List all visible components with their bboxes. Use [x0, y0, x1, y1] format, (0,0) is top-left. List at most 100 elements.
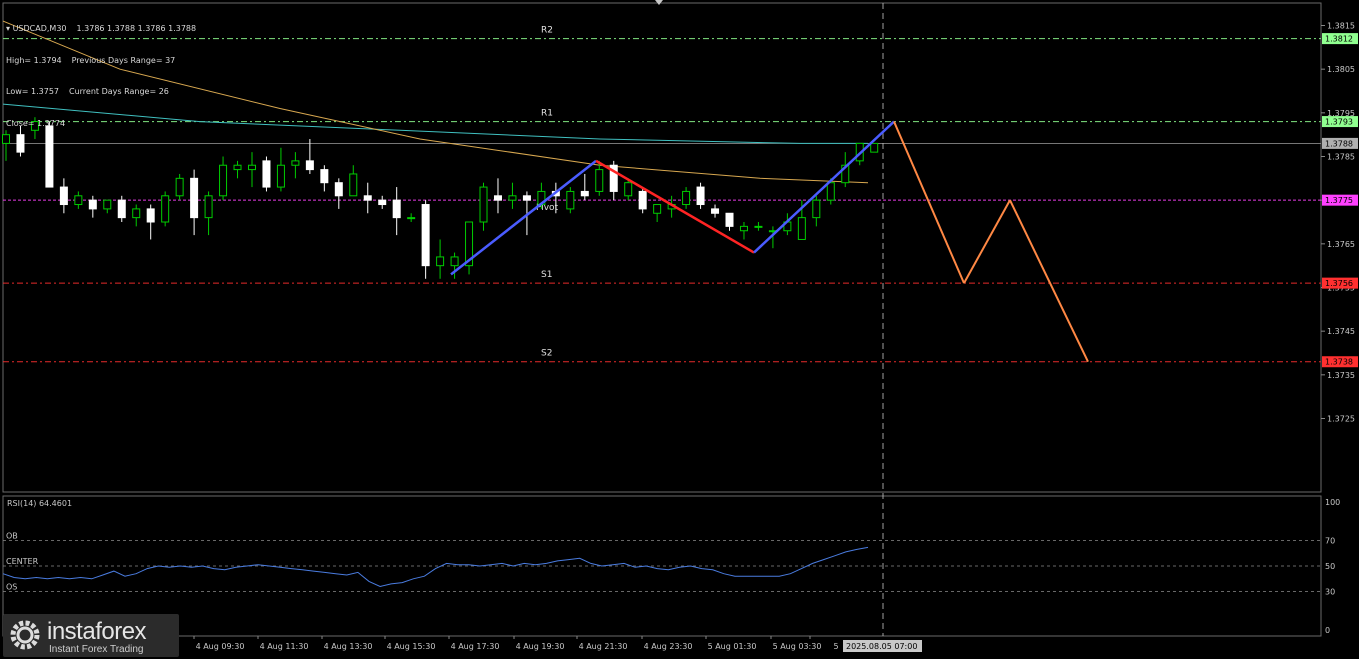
- candle-body: [682, 190, 691, 206]
- candle-body: [349, 173, 358, 197]
- rsi-level-label-ob: OB: [6, 531, 18, 540]
- candle-body: [638, 190, 647, 210]
- candle-body: [262, 160, 271, 188]
- time-tick-label: 4 Aug 17:30: [451, 642, 500, 651]
- level-price-label-r2: 1.3812: [1325, 35, 1353, 44]
- price-tick-label: 1.3765: [1327, 240, 1355, 249]
- curr-range-label: Current Days Range= 26: [69, 87, 169, 96]
- candle-body: [233, 164, 242, 171]
- rsi-level-label-center: CENTER: [6, 557, 39, 566]
- candle-body: [711, 208, 720, 214]
- candle-body: [291, 160, 300, 166]
- forecast-segment: [893, 121, 965, 284]
- candle-body: [566, 190, 575, 210]
- instaforex-logo: instaforex Instant Forex Trading: [3, 614, 179, 657]
- price-tick-label: 1.3725: [1327, 415, 1355, 424]
- price-tick-label: 1.3785: [1327, 153, 1355, 162]
- time-tick-label: 5 Aug 01:30: [708, 642, 757, 651]
- level-label-s1: S1: [541, 270, 552, 280]
- forecast-segment: [963, 199, 1011, 284]
- symbol-label: ▾ USDCAD,M30: [6, 24, 67, 33]
- candle-body: [407, 217, 416, 220]
- candle-body: [305, 160, 314, 171]
- wave-blue-impulse-1: [450, 159, 597, 276]
- candle-body: [870, 142, 879, 153]
- candle-body: [334, 182, 343, 197]
- time-tick-label: 5 Aug 03:30: [773, 642, 822, 651]
- instaforex-gear-icon: [10, 620, 40, 650]
- candle-body: [421, 204, 430, 267]
- time-tick-label: 4 Aug 13:30: [324, 642, 373, 651]
- candle-body: [88, 199, 97, 210]
- candle-body: [624, 182, 633, 197]
- chart-info-panel: ▾ USDCAD,M30 1.3786 1.3788 1.3786 1.3788 …: [6, 3, 206, 140]
- high-label: High= 1.3794: [6, 55, 62, 65]
- candle-body: [219, 164, 228, 197]
- candle-body: [146, 208, 155, 223]
- close-label: Close= 1.3774: [6, 118, 66, 128]
- candle-body: [204, 195, 213, 219]
- candle-body: [812, 199, 821, 219]
- forecast-segment: [1009, 199, 1089, 363]
- candle-body: [739, 225, 748, 232]
- candle-body: [190, 177, 199, 219]
- price-tick-label: 1.3805: [1327, 65, 1355, 74]
- candle-body: [493, 195, 502, 201]
- candle-body: [117, 199, 126, 219]
- level-label-r1: R1: [541, 109, 553, 119]
- candle-body: [247, 164, 256, 171]
- time-tick-label: 5: [833, 642, 838, 651]
- price-tick-label: 1.3735: [1327, 371, 1355, 380]
- level-price-label-r1: 1.3793: [1325, 118, 1353, 127]
- rsi-axis-label: 30: [1325, 588, 1335, 597]
- level-price-label-s1: 1.3756: [1325, 279, 1353, 288]
- price-tick-label: 1.3815: [1327, 22, 1355, 31]
- candle-body: [595, 169, 604, 192]
- candle-body: [320, 169, 329, 184]
- level-price-label-s2: 1.3738: [1325, 358, 1353, 367]
- time-tick-label: 4 Aug 21:30: [579, 642, 628, 651]
- candle-body: [132, 208, 141, 219]
- wave-blue-impulse-2: [753, 120, 895, 254]
- candle-body: [59, 186, 68, 206]
- candle-body: [392, 199, 401, 219]
- time-cursor-label: 2025.08.05 07:00: [846, 642, 917, 651]
- candle-body: [725, 212, 734, 227]
- level-price-label-current: 1.3788: [1325, 139, 1353, 148]
- rsi-label: RSI(14) 64.4601: [7, 499, 72, 508]
- rsi-axis-label: 100: [1325, 498, 1340, 507]
- time-tick-label: 4 Aug 23:30: [644, 642, 693, 651]
- price-tick-label: 1.3745: [1327, 327, 1355, 336]
- logo-name: instaforex: [47, 618, 147, 645]
- level-price-label-pivot: 1.3775: [1325, 196, 1353, 205]
- rsi-axis-label: 0: [1325, 626, 1330, 635]
- candle-body: [74, 195, 83, 206]
- time-tick-label: 4 Aug 15:30: [387, 642, 436, 651]
- rsi-axis-label: 70: [1325, 536, 1335, 545]
- logo-tagline: Instant Forex Trading: [49, 644, 144, 655]
- candle-body: [450, 256, 459, 267]
- candle-body: [175, 177, 184, 197]
- time-tick-label: 4 Aug 11:30: [260, 642, 309, 651]
- rsi-axis-label: 50: [1325, 562, 1335, 571]
- candle-body: [522, 195, 531, 201]
- candle-body: [826, 182, 835, 201]
- candle-body: [797, 217, 806, 240]
- candle-body: [479, 186, 488, 223]
- candle-body: [696, 186, 705, 206]
- candle-body: [580, 190, 589, 197]
- rsi-line: [2, 546, 869, 588]
- ohlc-label: 1.3786 1.3788 1.3786 1.3788: [76, 24, 197, 33]
- candle-body: [378, 199, 387, 206]
- candle-body: [363, 195, 372, 201]
- prev-range-label: Previous Days Range= 37: [71, 55, 176, 65]
- candle-body: [276, 164, 285, 188]
- time-tick-label: 4 Aug 19:30: [516, 642, 565, 651]
- low-label: Low= 1.3757: [6, 87, 59, 96]
- candle-body: [161, 195, 170, 223]
- candle-body: [653, 204, 662, 214]
- wave-red-correction: [595, 159, 755, 254]
- level-label-s2: S2: [541, 349, 552, 359]
- rsi-level-label-os: OS: [6, 583, 17, 592]
- candle-body: [436, 256, 445, 267]
